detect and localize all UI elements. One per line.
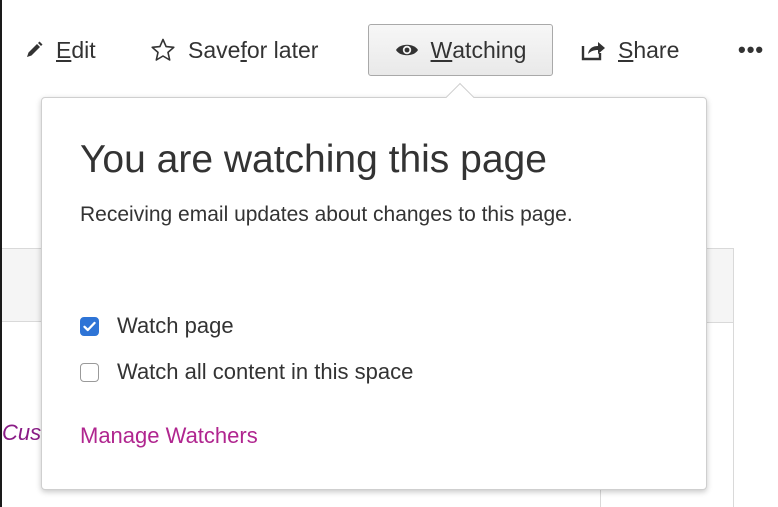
- save-label-before: Save: [188, 36, 241, 63]
- manage-watchers-link[interactable]: Manage Watchers: [80, 423, 258, 449]
- checkmark-icon: [83, 321, 96, 331]
- edit-label-accesskey: E: [56, 36, 72, 63]
- share-arrow-icon: [580, 39, 606, 61]
- watching-label: atching: [452, 36, 527, 63]
- watch-page-label: Watch page: [117, 313, 234, 338]
- more-dots-icon: •••: [738, 37, 765, 62]
- watch-space-checkbox[interactable]: [80, 362, 99, 382]
- watching-button[interactable]: Watching: [368, 24, 553, 76]
- popup-description: Receiving email updates about changes to…: [80, 203, 573, 226]
- background-table-header: [2, 248, 42, 322]
- share-label-accesskey: S: [618, 36, 634, 63]
- watch-space-option[interactable]: Watch all content in this space: [80, 359, 413, 385]
- watch-space-label: Watch all content in this space: [117, 359, 414, 384]
- more-actions-button[interactable]: •••: [738, 24, 764, 76]
- edit-button[interactable]: Edit: [24, 24, 96, 76]
- watch-popup: You are watching this page Receiving ema…: [41, 82, 707, 490]
- star-outline-icon: [150, 37, 176, 63]
- save-label-after: or later: [246, 36, 319, 63]
- edit-label: dit: [71, 36, 96, 63]
- save-for-later-button[interactable]: Save f or later: [150, 24, 318, 76]
- popup-title: You are watching this page: [80, 138, 547, 181]
- share-button[interactable]: Share: [580, 24, 679, 76]
- background-italic-text: Cus: [2, 420, 42, 445]
- watch-page-option[interactable]: Watch page: [80, 313, 234, 339]
- page-toolbar: Edit Save f or later Watching Share •••: [0, 0, 778, 100]
- pencil-icon: [24, 40, 44, 60]
- share-label: hare: [633, 36, 680, 63]
- watching-label-accesskey: W: [430, 36, 453, 63]
- eye-icon: [395, 42, 419, 58]
- watch-page-checkbox[interactable]: [80, 316, 99, 336]
